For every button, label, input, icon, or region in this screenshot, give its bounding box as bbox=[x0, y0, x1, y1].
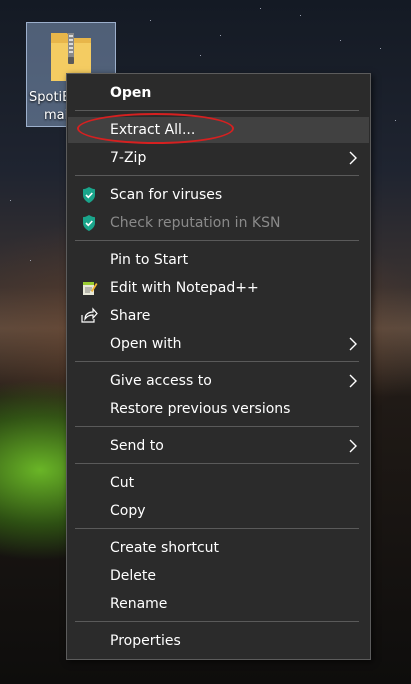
menu-item-edit-notepad[interactable]: Edit with Notepad++ bbox=[68, 275, 369, 301]
menu-item-scan-viruses-label: Scan for viruses bbox=[110, 187, 223, 203]
menu-item-pin-to-start-label: Pin to Start bbox=[110, 252, 189, 268]
menu-item-open[interactable]: Open bbox=[68, 80, 369, 106]
menu-item-rename[interactable]: Rename bbox=[68, 591, 369, 617]
menu-separator bbox=[75, 621, 359, 622]
menu-item-copy[interactable]: Copy bbox=[68, 498, 369, 524]
menu-item-scan-viruses[interactable]: Scan for viruses bbox=[68, 182, 369, 208]
context-menu: Open Extract All... 7-Zip Scan for virus… bbox=[66, 73, 371, 660]
menu-item-open-with-label: Open with bbox=[110, 336, 182, 352]
kaspersky-shield-icon bbox=[83, 215, 95, 231]
menu-item-open-with[interactable]: Open with bbox=[68, 331, 369, 357]
menu-item-send-to-label: Send to bbox=[110, 438, 164, 454]
share-icon bbox=[81, 307, 98, 323]
desktop-background: SpotiBl mai Open Extract All... 7-Zip Sc… bbox=[0, 0, 411, 684]
chevron-right-icon bbox=[349, 151, 357, 165]
menu-separator bbox=[75, 175, 359, 176]
menu-separator bbox=[75, 110, 359, 111]
menu-item-create-shortcut[interactable]: Create shortcut bbox=[68, 535, 369, 561]
notepad-plus-plus-icon bbox=[83, 282, 98, 295]
menu-item-check-reputation[interactable]: Check reputation in KSN bbox=[68, 210, 369, 236]
menu-item-7zip[interactable]: 7-Zip bbox=[68, 145, 369, 171]
menu-item-cut-label: Cut bbox=[110, 475, 135, 491]
menu-item-7zip-label: 7-Zip bbox=[110, 150, 147, 166]
kaspersky-shield-icon bbox=[83, 187, 95, 203]
menu-item-open-label: Open bbox=[110, 85, 152, 101]
chevron-right-icon bbox=[349, 439, 357, 453]
menu-item-properties-label: Properties bbox=[110, 633, 181, 649]
chevron-right-icon bbox=[349, 374, 357, 388]
menu-item-extract-all[interactable]: Extract All... bbox=[68, 117, 369, 143]
menu-separator bbox=[75, 463, 359, 464]
menu-item-delete[interactable]: Delete bbox=[68, 563, 369, 589]
menu-item-rename-label: Rename bbox=[110, 596, 168, 612]
menu-item-restore-versions[interactable]: Restore previous versions bbox=[68, 396, 369, 422]
chevron-right-icon bbox=[349, 337, 357, 351]
menu-item-send-to[interactable]: Send to bbox=[68, 433, 369, 459]
menu-item-delete-label: Delete bbox=[110, 568, 156, 584]
menu-item-create-shortcut-label: Create shortcut bbox=[110, 540, 220, 556]
menu-item-check-reputation-label: Check reputation in KSN bbox=[110, 215, 281, 231]
menu-item-edit-notepad-label: Edit with Notepad++ bbox=[110, 280, 259, 296]
menu-item-extract-all-label: Extract All... bbox=[110, 122, 196, 138]
menu-separator bbox=[75, 528, 359, 529]
menu-item-pin-to-start[interactable]: Pin to Start bbox=[68, 247, 369, 273]
menu-item-restore-versions-label: Restore previous versions bbox=[110, 401, 291, 417]
menu-separator bbox=[75, 426, 359, 427]
menu-item-cut[interactable]: Cut bbox=[68, 470, 369, 496]
menu-item-properties[interactable]: Properties bbox=[68, 628, 369, 654]
menu-separator bbox=[75, 240, 359, 241]
menu-item-give-access[interactable]: Give access to bbox=[68, 368, 369, 394]
menu-item-give-access-label: Give access to bbox=[110, 373, 212, 389]
menu-item-share[interactable]: Share bbox=[68, 303, 369, 329]
menu-item-share-label: Share bbox=[110, 308, 151, 324]
menu-separator bbox=[75, 361, 359, 362]
menu-item-copy-label: Copy bbox=[110, 503, 146, 519]
